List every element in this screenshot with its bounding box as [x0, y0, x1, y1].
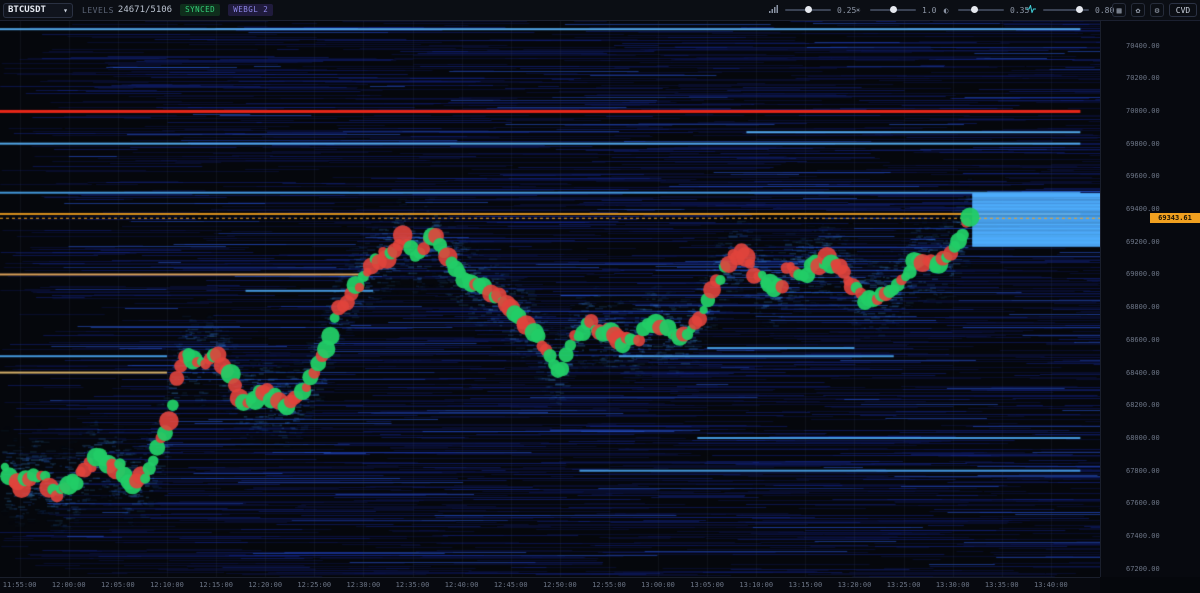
price-tick: 69800.00 [1126, 139, 1160, 148]
price-tick: 68200.00 [1126, 401, 1160, 410]
time-tick: 12:55:00 [592, 581, 626, 589]
time-tick: 12:40:00 [444, 581, 479, 589]
time-tick: 12:10:00 [150, 581, 184, 589]
sensitivity-slider[interactable] [1043, 6, 1089, 13]
sun-icon: ☀ [855, 5, 861, 15]
heatmap-icon[interactable]: ▦ [1112, 3, 1126, 17]
price-tick: 68400.00 [1126, 368, 1160, 377]
price-tick: 67200.00 [1126, 564, 1160, 573]
price-tick: 67600.00 [1126, 499, 1160, 508]
time-tick: 12:15:00 [199, 581, 233, 589]
slider-knob[interactable] [889, 6, 897, 13]
price-tick: 69400.00 [1126, 205, 1160, 214]
price-tick: 67400.00 [1126, 532, 1160, 541]
price-tick: 69600.00 [1126, 172, 1160, 181]
webgl-badge: WEBGL 2 [228, 4, 274, 16]
synced-badge: SYNCED [180, 4, 221, 16]
time-tick: 11:55:00 [2, 581, 37, 589]
current-price-label: 69343.61 [1150, 213, 1200, 224]
time-tick: 13:20:00 [837, 581, 872, 589]
brightness-control: ☀ 1.0 [852, 0, 937, 20]
price-axis[interactable]: 70400.00 70200.00 70000.00 69800.00 69600.00… [1100, 21, 1200, 577]
time-tick: 12:20:00 [248, 581, 283, 589]
time-tick: 13:00:00 [641, 581, 675, 589]
signal-icon [767, 5, 779, 15]
price-tick: 68600.00 [1126, 335, 1160, 344]
pulse-icon [1025, 3, 1037, 15]
brightness-value: 1.0 [922, 5, 937, 15]
slider-knob[interactable] [804, 6, 812, 13]
price-tick: 69000.00 [1126, 270, 1160, 279]
time-tick: 13:35:00 [984, 581, 1019, 589]
time-tick: 12:50:00 [542, 581, 577, 589]
time-tick: 12:30:00 [346, 581, 381, 589]
price-tick: 70200.00 [1126, 74, 1160, 83]
symbol-select[interactable]: BTCUSDT ▾ [3, 2, 73, 18]
time-tick: 12:05:00 [100, 581, 135, 589]
price-tick: 68000.00 [1126, 434, 1160, 442]
chevron-down-icon: ▾ [63, 5, 68, 15]
time-tick: 13:15:00 [788, 581, 823, 589]
time-tick: 13:05:00 [690, 581, 724, 589]
contrast-slider[interactable] [958, 6, 1004, 13]
price-tick: 70400.00 [1126, 41, 1160, 50]
time-tick: 12:35:00 [395, 581, 430, 589]
slider-knob[interactable] [1076, 6, 1084, 13]
time-tick: 12:25:00 [297, 581, 332, 589]
levels-label: LEVELS [82, 5, 114, 15]
slider-knob[interactable] [970, 6, 978, 13]
price-tick: 67800.00 [1126, 466, 1160, 475]
brightness-slider[interactable] [870, 6, 916, 13]
toolbar: BTCUSDT ▾ LEVELS 24671/5106 SYNCED WEBGL… [0, 0, 1200, 21]
gear-icon[interactable]: ⚙ [1150, 3, 1164, 17]
symbol-label: BTCUSDT [8, 5, 46, 15]
time-axis[interactable]: 11:55:00 12:00:00 12:05:00 12:10:00 12:15:00… [0, 577, 1100, 593]
opacity-control: 0.25 [767, 0, 856, 20]
time-tick: 13:10:00 [739, 581, 774, 589]
levels-count: 24671/5106 [117, 5, 173, 15]
price-tick: 70000.00 [1126, 106, 1160, 115]
time-tick: 12:45:00 [493, 581, 528, 589]
time-tick: 13:40:00 [1034, 581, 1068, 589]
palette-icon[interactable]: ✿ [1131, 3, 1145, 17]
time-tick: 13:25:00 [886, 581, 921, 589]
cvd-button[interactable]: CVD [1169, 3, 1197, 17]
contrast-control: ◐ 0.35 [940, 0, 1030, 20]
sensitivity-control: 0.80 [1025, 0, 1114, 20]
orderbook-heatmap[interactable] [0, 21, 1100, 577]
opacity-slider[interactable] [785, 6, 831, 13]
time-tick: 12:00:00 [51, 581, 86, 589]
contrast-icon: ◐ [943, 5, 949, 15]
price-tick: 68800.00 [1126, 303, 1160, 312]
time-tick: 13:30:00 [935, 581, 970, 589]
price-tick: 69200.00 [1126, 237, 1160, 246]
